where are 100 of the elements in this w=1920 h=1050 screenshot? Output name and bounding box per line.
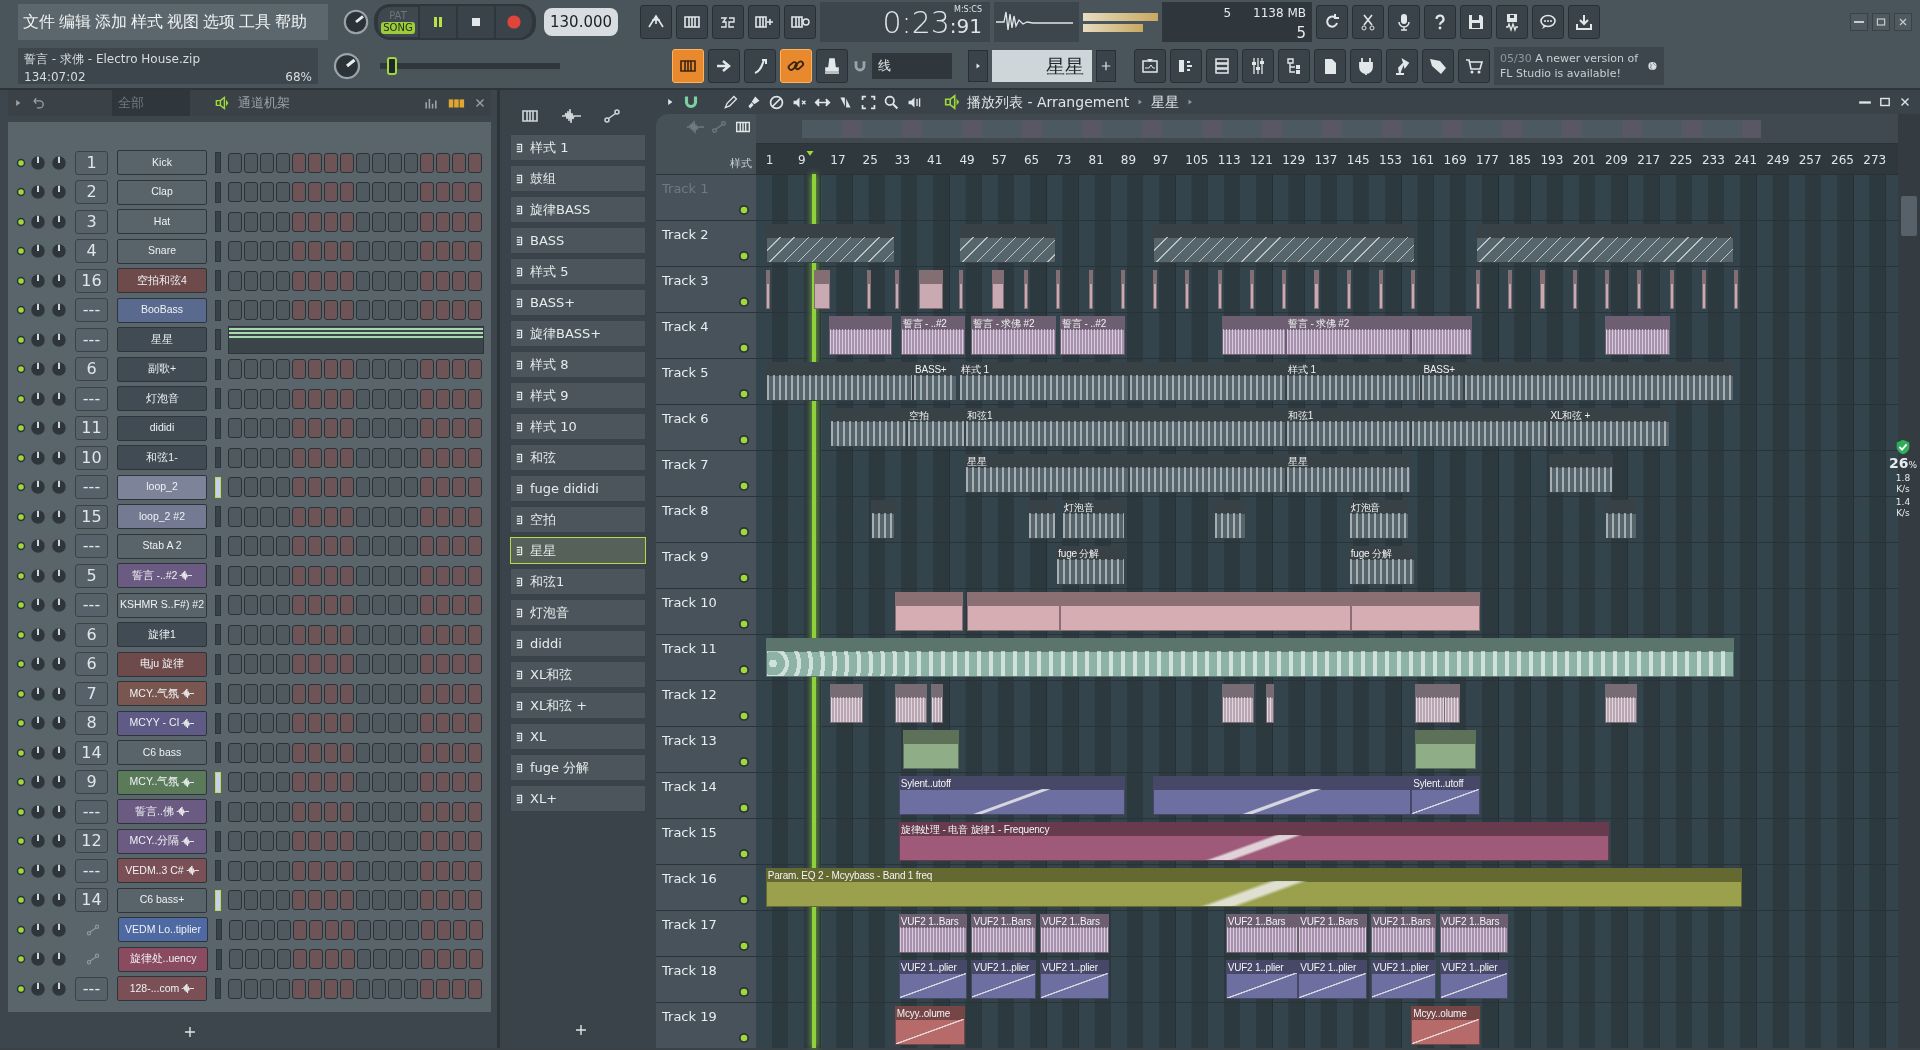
channel-name-button[interactable]: VEDM..3 C# bbox=[117, 858, 207, 884]
mixer-track-number[interactable]: 5 bbox=[75, 563, 108, 588]
playlist-clip[interactable]: 誓言 - 求佛 #2 bbox=[1286, 316, 1412, 355]
menu-item[interactable]: 工具 bbox=[238, 10, 272, 34]
mixer-track-number[interactable]: 4 bbox=[75, 239, 108, 264]
playlist-clip[interactable]: VUF2 1..Bars bbox=[1298, 914, 1367, 953]
pattern-list-item[interactable]: 和弦 bbox=[510, 444, 646, 471]
channel-name-button[interactable]: KSHMR S..F#) #2 bbox=[117, 592, 207, 618]
pattern-list-item[interactable]: BASS+ bbox=[510, 289, 646, 316]
channel-name-button[interactable]: MCY..气氛 bbox=[117, 681, 207, 707]
pattern-list-item[interactable]: XL+ bbox=[510, 785, 646, 812]
menu-item[interactable]: 帮助 bbox=[274, 10, 308, 34]
channel-name-button[interactable]: C6 bass bbox=[117, 740, 207, 766]
channel-name-button[interactable]: VEDM Lo..tiplier bbox=[118, 917, 208, 943]
channel-name-button[interactable]: 灯泡音 bbox=[117, 386, 207, 412]
tempo-display[interactable]: 130.000 bbox=[544, 8, 619, 36]
playlist-clip[interactable]: 样式 1 bbox=[959, 362, 1129, 401]
mixer-track-number[interactable]: --- bbox=[75, 327, 108, 352]
playlist-clip[interactable]: 誓言 - ..#2 bbox=[1060, 316, 1125, 355]
pattern-list-item[interactable]: 灯泡音 bbox=[510, 599, 646, 626]
channel-name-button[interactable]: Stab A 2 bbox=[117, 533, 207, 559]
channel-name-button[interactable]: Snare bbox=[117, 238, 207, 264]
snap-dropdown[interactable]: 线 bbox=[872, 53, 952, 79]
channel-name-button[interactable]: Kick bbox=[117, 150, 207, 176]
playlist-clip[interactable]: VUF2 1..Bars bbox=[898, 914, 968, 953]
menu-item[interactable]: 添加 bbox=[94, 10, 128, 34]
playlist-clip[interactable]: 空拍 bbox=[906, 408, 966, 447]
pattern-list-item[interactable]: 旋律BASS bbox=[510, 196, 646, 223]
mixer-track-number[interactable]: 15 bbox=[75, 504, 108, 529]
playlist-clip[interactable]: VUF2 1..Bars bbox=[971, 914, 1037, 953]
channel-name-button[interactable]: 誓言..佛 bbox=[117, 799, 207, 825]
pattern-list-item[interactable]: 样式 8 bbox=[510, 351, 646, 378]
channel-name-button[interactable]: 128-...com bbox=[117, 976, 207, 1002]
playlist-clip[interactable]: 旋律处理 - 电音 旋律1 - Frequency bbox=[898, 822, 1610, 861]
playlist-clip[interactable]: VUF2 1..plier bbox=[898, 960, 968, 999]
playlist-clip[interactable]: VUF2 1..Bars bbox=[1225, 914, 1299, 953]
playlist-clip[interactable]: 灯泡音 bbox=[1062, 500, 1125, 539]
channel-name-button[interactable]: 副歌+ bbox=[117, 356, 207, 382]
pattern-list-item[interactable]: 样式 1 bbox=[510, 134, 646, 161]
mixer-track-number[interactable]: --- bbox=[75, 534, 108, 559]
playlist-clip[interactable]: 和弦1 bbox=[965, 408, 1129, 447]
menu-item[interactable]: 文件 bbox=[22, 10, 56, 34]
mixer-track-number[interactable]: 9 bbox=[75, 770, 108, 795]
pattern-list-item[interactable]: BASS bbox=[510, 227, 646, 254]
mixer-track-number[interactable]: 8 bbox=[75, 711, 108, 736]
channel-name-button[interactable]: loop_2 #2 bbox=[117, 504, 207, 530]
pattern-list-item[interactable]: 样式 10 bbox=[510, 413, 646, 440]
menu-item[interactable]: 编辑 bbox=[58, 10, 92, 34]
channel-name-button[interactable]: Hat bbox=[117, 209, 207, 235]
mixer-track-number[interactable]: 12 bbox=[75, 829, 108, 854]
channel-name-button[interactable]: MCYY - CI bbox=[117, 710, 207, 736]
playlist-clip[interactable]: VUF2 1..plier bbox=[1040, 960, 1109, 999]
mixer-track-number[interactable]: --- bbox=[75, 976, 108, 1001]
channel-name-button[interactable]: 空拍和弦4 bbox=[117, 268, 207, 294]
pattern-list-item[interactable]: 和弦1 bbox=[510, 568, 646, 595]
playlist-clip[interactable]: 样式 1 bbox=[1286, 362, 1422, 401]
channel-name-button[interactable]: MCY..分隔 bbox=[117, 828, 207, 854]
mixer-track-number[interactable]: 6 bbox=[75, 652, 108, 677]
playlist-clip[interactable]: 和弦1 bbox=[1286, 408, 1412, 447]
playlist-clip[interactable]: VUF2 1..Bars bbox=[1040, 914, 1109, 953]
pattern-list-item[interactable]: fuge dididi bbox=[510, 475, 646, 502]
channel-name-button[interactable]: MCY..气氛 bbox=[117, 769, 207, 795]
playlist-clip[interactable]: fuge 分解 bbox=[1056, 546, 1125, 585]
playlist-clip[interactable]: VUF2 1..plier bbox=[971, 960, 1037, 999]
playlist-clip[interactable]: 星星 bbox=[965, 454, 1129, 493]
channel-name-button[interactable]: 电ju 旋律 bbox=[117, 651, 207, 677]
channel-name-button[interactable]: 和弦1- bbox=[117, 445, 207, 471]
playlist-clip[interactable]: VUF2 1..plier bbox=[1298, 960, 1367, 999]
playlist-clip[interactable]: BASS+ bbox=[912, 362, 958, 401]
playlist-clip[interactable]: Mcyy..olume bbox=[894, 1006, 966, 1045]
pattern-selector[interactable]: 星星 bbox=[992, 50, 1092, 82]
channel-name-button[interactable]: 誓言 -..#2 bbox=[117, 563, 207, 589]
mixer-track-number[interactable]: --- bbox=[75, 386, 108, 411]
mixer-track-number[interactable]: --- bbox=[75, 799, 108, 824]
mixer-track-number[interactable]: --- bbox=[75, 593, 108, 618]
mixer-track-number[interactable]: 14 bbox=[75, 888, 108, 913]
mixer-track-number[interactable]: 16 bbox=[75, 268, 108, 293]
pattern-list-item[interactable]: diddi bbox=[510, 630, 646, 657]
mixer-track-number[interactable]: --- bbox=[75, 475, 108, 500]
mixer-track-number[interactable]: 2 bbox=[75, 180, 108, 205]
playlist-clip[interactable]: VUF2 1..Bars bbox=[1439, 914, 1509, 953]
pattern-list-item[interactable]: XL和弦 bbox=[510, 661, 646, 688]
mixer-track-number[interactable]: --- bbox=[75, 858, 108, 883]
mixer-track-number[interactable]: 7 bbox=[75, 681, 108, 706]
pattern-list-item[interactable]: 空拍 bbox=[510, 506, 646, 533]
playlist-clip[interactable]: 誓言 - ..#2 bbox=[900, 316, 966, 355]
channel-name-button[interactable]: 旋律处..uency bbox=[118, 946, 208, 972]
playlist-clip[interactable]: Sylent..utoff bbox=[898, 776, 1125, 815]
pattern-list-item[interactable]: 样式 9 bbox=[510, 382, 646, 409]
mixer-track-number[interactable]: 3 bbox=[75, 209, 108, 234]
playlist-clip[interactable]: 星星 bbox=[1286, 454, 1412, 493]
channel-name-button[interactable]: Clap bbox=[117, 179, 207, 205]
playlist-clip[interactable]: XL和弦 + bbox=[1548, 408, 1670, 447]
playlist-clip[interactable]: 灯泡音 bbox=[1348, 500, 1410, 539]
pattern-list-item[interactable]: XL和弦 + bbox=[510, 692, 646, 719]
channel-name-button[interactable]: 旋律1 bbox=[117, 622, 207, 648]
playlist-clip[interactable]: Param. EQ 2 - Mcyybass - Band 1 freq bbox=[765, 868, 1743, 907]
playlist-clip[interactable]: BASS+ bbox=[1421, 362, 1464, 401]
playlist-clip[interactable]: Mcyy..olume bbox=[1411, 1006, 1480, 1045]
pattern-list-item[interactable]: 星星 bbox=[510, 537, 646, 564]
